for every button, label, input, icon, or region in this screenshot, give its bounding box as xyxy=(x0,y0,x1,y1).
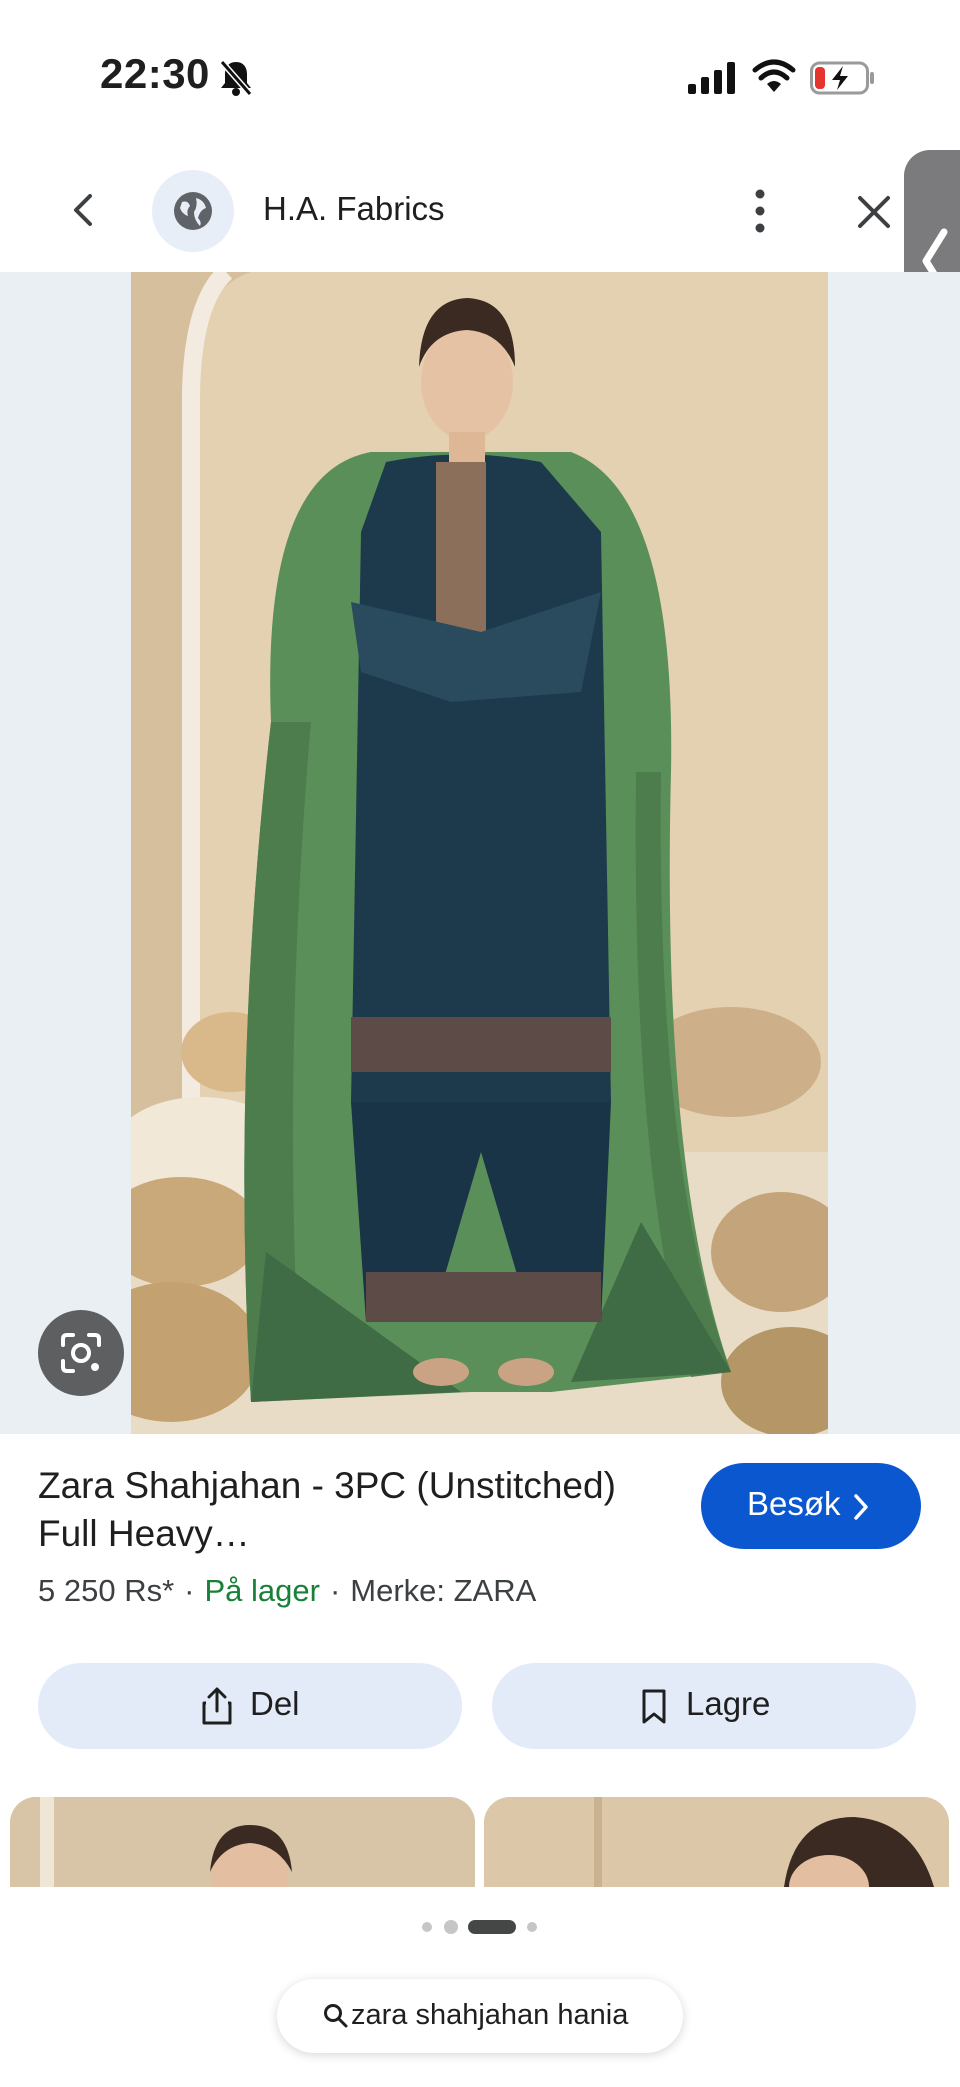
back-arrow-icon[interactable] xyxy=(62,188,106,232)
close-icon[interactable] xyxy=(852,190,896,234)
search-query-text: zara shahjahan hania xyxy=(351,1999,629,2031)
bottom-bar: zara shahjahan hania xyxy=(0,1887,960,2087)
save-button[interactable]: Lagre xyxy=(492,1663,916,1749)
search-icon xyxy=(324,2004,348,2028)
more-vert-icon[interactable] xyxy=(740,186,780,236)
page-indicator-dots xyxy=(422,1920,537,1934)
site-favicon[interactable] xyxy=(152,170,234,252)
separator-dot: · xyxy=(184,1573,195,1608)
product-brand: Merke: ZARA xyxy=(350,1573,537,1608)
thumbnail-illustration xyxy=(10,1797,475,1887)
thumbnail-illustration xyxy=(484,1797,949,1887)
availability-status: På lager xyxy=(204,1573,320,1608)
related-image-thumbnail[interactable] xyxy=(10,1797,475,1887)
globe-icon xyxy=(174,192,212,230)
bell-muted-icon xyxy=(219,60,253,96)
share-icon xyxy=(202,1687,232,1725)
separator-dot: · xyxy=(329,1573,341,1608)
search-query-chip[interactable]: zara shahjahan hania xyxy=(277,1979,683,2053)
cellular-signal-icon xyxy=(688,62,735,94)
battery-charging-icon xyxy=(810,61,874,95)
lens-icon xyxy=(61,1333,101,1373)
product-price: 5 250 Rs* xyxy=(38,1573,175,1608)
product-photo[interactable] xyxy=(131,272,828,1434)
save-button-label: Lagre xyxy=(686,1685,771,1722)
product-image-illustration xyxy=(131,272,828,1434)
status-time: 22:30 xyxy=(100,50,210,97)
wifi-icon xyxy=(752,59,796,92)
related-image-thumbnail[interactable] xyxy=(484,1797,949,1887)
site-name[interactable]: H.A. Fabrics xyxy=(263,190,445,228)
visit-button[interactable]: Besøk xyxy=(701,1463,921,1549)
status-bar: 22:30 xyxy=(0,0,960,150)
product-meta: 5 250 Rs* · På lager · Merke: ZARA xyxy=(38,1573,536,1609)
google-lens-button[interactable] xyxy=(38,1310,124,1396)
share-button-label: Del xyxy=(250,1685,300,1722)
bookmark-icon xyxy=(642,1689,666,1724)
page-header: H.A. Fabrics xyxy=(0,150,960,272)
share-button[interactable]: Del xyxy=(38,1663,462,1749)
product-title[interactable]: Zara Shahjahan - 3PC (Unstitched) Full H… xyxy=(38,1462,678,1558)
visit-button-label: Besøk xyxy=(747,1485,841,1522)
product-image-area xyxy=(0,272,960,1434)
chevron-right-icon xyxy=(854,1494,868,1520)
